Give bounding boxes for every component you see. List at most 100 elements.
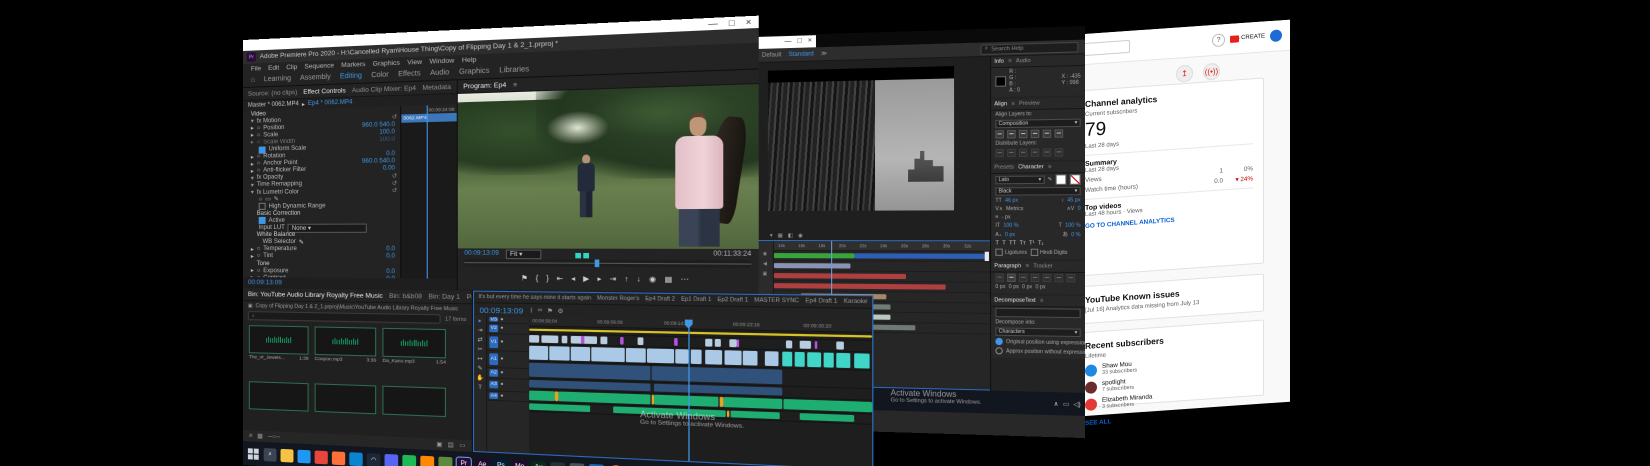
- workspace-tab-audio[interactable]: Audio: [430, 69, 449, 77]
- timeline-clip[interactable]: [784, 399, 873, 412]
- timeline-clip[interactable]: [675, 349, 689, 364]
- play-icon[interactable]: ▶: [583, 275, 589, 284]
- marker-teal[interactable]: [575, 253, 581, 258]
- sequence-tab[interactable]: Ep4 Draft 2: [645, 296, 675, 303]
- menu-clip[interactable]: Clip: [286, 63, 297, 71]
- timeline-clip[interactable]: [723, 397, 782, 409]
- camera-icon[interactable]: ◉: [798, 233, 803, 239]
- paragraph-align-button[interactable]: [1019, 274, 1028, 282]
- workspace-tab-effects[interactable]: Effects: [398, 70, 420, 78]
- menu-file[interactable]: File: [251, 65, 261, 72]
- workspace-tab-libraries[interactable]: Libraries: [499, 66, 529, 75]
- eye-icon[interactable]: ◉: [763, 251, 767, 257]
- snap-icon[interactable]: ⌇: [530, 307, 533, 315]
- audio-clip-item[interactable]: ılıılıllıılılCoupon.mp33:36: [315, 326, 377, 379]
- tab-tracker[interactable]: Tracker: [1033, 263, 1053, 269]
- timeline-clip[interactable]: [626, 348, 646, 363]
- radio-approx-position[interactable]: [995, 347, 1002, 354]
- menu-graphics[interactable]: Graphics: [373, 59, 400, 67]
- program-video-preview[interactable]: [458, 84, 759, 249]
- timeline-clip[interactable]: [705, 339, 712, 347]
- distribute-button[interactable]: [1054, 148, 1063, 156]
- paragraph-align-button[interactable]: [1031, 274, 1040, 282]
- slip-tool-icon[interactable]: ↦: [478, 356, 483, 362]
- go-live-icon[interactable]: ((•)): [1203, 63, 1220, 81]
- sequence-tab[interactable]: It's but every time he says mine it star…: [478, 294, 591, 302]
- account-avatar[interactable]: [1270, 29, 1282, 42]
- obs-icon[interactable]: ◎: [550, 461, 565, 466]
- scrubber-playhead[interactable]: [595, 259, 600, 267]
- speaker-icon[interactable]: ◁): [1073, 400, 1080, 408]
- timeline-clips-area[interactable]: 00:08:58:0400:09:06:0800:09:14:1200:09:2…: [529, 317, 873, 466]
- tsume-value[interactable]: 0 %: [1071, 231, 1080, 237]
- track-select-tool-icon[interactable]: ⇥: [478, 328, 483, 334]
- sequence-tab[interactable]: Ep1 Draft 1: [681, 296, 711, 303]
- timeline-clip[interactable]: [529, 335, 539, 343]
- panel-menu-icon[interactable]: ≡: [1040, 298, 1043, 304]
- stroke-width-value[interactable]: - px: [1002, 214, 1011, 220]
- go-to-out-icon[interactable]: ⇥: [609, 275, 616, 284]
- go-to-in-icon[interactable]: ⇤: [557, 274, 564, 283]
- baseline-shift-value[interactable]: 0 px: [1005, 231, 1015, 237]
- ae-layer-bar[interactable]: [774, 263, 850, 268]
- maximize-button[interactable]: □: [729, 18, 735, 28]
- menu-view[interactable]: View: [407, 58, 422, 66]
- after-effects-icon[interactable]: Ae: [475, 458, 489, 466]
- see-all-link[interactable]: SEE ALL: [1085, 418, 1111, 427]
- type-tool-icon[interactable]: T: [478, 385, 482, 391]
- trash-icon[interactable]: ▭: [459, 442, 465, 450]
- panel-tab[interactable]: Source: (no clips): [248, 89, 297, 98]
- timeline-clip[interactable]: [571, 336, 597, 344]
- add-marker-icon[interactable]: ⚑: [547, 307, 553, 315]
- go-to-analytics-link[interactable]: GO TO CHANNEL ANALYTICS: [1085, 217, 1175, 230]
- work-area-handle[interactable]: [985, 252, 989, 261]
- fill-color-swatch[interactable]: [1056, 174, 1067, 185]
- timeline-clip[interactable]: [743, 351, 757, 366]
- ae-layer-bar[interactable]: [854, 253, 987, 259]
- menu-edit[interactable]: Edit: [268, 64, 279, 71]
- discord-icon[interactable]: [385, 453, 399, 466]
- project-tab[interactable]: Bin: YouTube Audio Library Royalty Free …: [248, 291, 383, 300]
- type-variant-button[interactable]: Tт: [1019, 240, 1025, 246]
- zoom-select[interactable]: Fit ▾: [506, 249, 542, 259]
- panel-tab[interactable]: Audio Clip Mixer: Ep4: [352, 84, 416, 93]
- timeline-clip[interactable]: [542, 335, 558, 343]
- razor-tool-icon[interactable]: ✂: [478, 347, 483, 353]
- stroke-none-swatch[interactable]: [1070, 174, 1081, 185]
- distribute-button[interactable]: [1031, 148, 1040, 156]
- tab-paragraph[interactable]: Paragraph: [994, 263, 1021, 269]
- master-clip-path[interactable]: Master * 0062.MP4: [248, 101, 299, 109]
- workspace-standard[interactable]: Standard: [788, 50, 813, 58]
- help-icon[interactable]: ?: [1212, 33, 1225, 47]
- settings-icon[interactable]: ⚙: [570, 462, 585, 466]
- workspace-tab-editing[interactable]: Editing: [340, 72, 362, 80]
- sequence-clip-path[interactable]: Ep4 * 0062.MP4: [308, 99, 353, 107]
- vlc-icon[interactable]: [420, 455, 434, 466]
- timeline-clip[interactable]: [652, 366, 782, 384]
- timeline-clip[interactable]: [795, 352, 806, 367]
- upload-video-icon[interactable]: ↥: [1176, 65, 1193, 83]
- mask-toggle-icon[interactable]: ◧: [788, 233, 793, 239]
- timeline-clip[interactable]: [729, 339, 736, 347]
- tab-audio[interactable]: Audio: [1016, 58, 1031, 65]
- workspace-overflow-icon[interactable]: ≫: [821, 50, 828, 57]
- workspace-tab-assembly[interactable]: Assembly: [300, 74, 331, 82]
- panel-menu-icon[interactable]: ≡: [1026, 263, 1029, 269]
- timeline-clip[interactable]: [674, 338, 677, 346]
- ae-layer-bar[interactable]: [774, 253, 854, 258]
- tab-presets[interactable]: Presets: [994, 164, 1014, 170]
- align-button[interactable]: [1031, 130, 1040, 138]
- timeline-clip[interactable]: [814, 341, 818, 349]
- sequence-tab[interactable]: Ep2 Draft 1: [717, 297, 748, 304]
- export-frame-icon[interactable]: ◉: [649, 275, 656, 284]
- windows-start-icon[interactable]: [247, 447, 260, 461]
- panel-tab[interactable]: Metadata: [422, 83, 451, 91]
- timeline-clip[interactable]: [724, 350, 741, 365]
- timeline-clip[interactable]: [581, 336, 584, 344]
- eyedropper-icon[interactable]: ✎: [1048, 177, 1053, 183]
- workspace-default[interactable]: Default: [762, 51, 782, 59]
- new-item-icon[interactable]: ▤: [448, 441, 454, 449]
- vertical-scale-value[interactable]: 100 %: [1003, 223, 1018, 229]
- project-tab[interactable]: Bin: Day 1: [428, 293, 460, 301]
- workspace-tab-graphics[interactable]: Graphics: [459, 68, 489, 77]
